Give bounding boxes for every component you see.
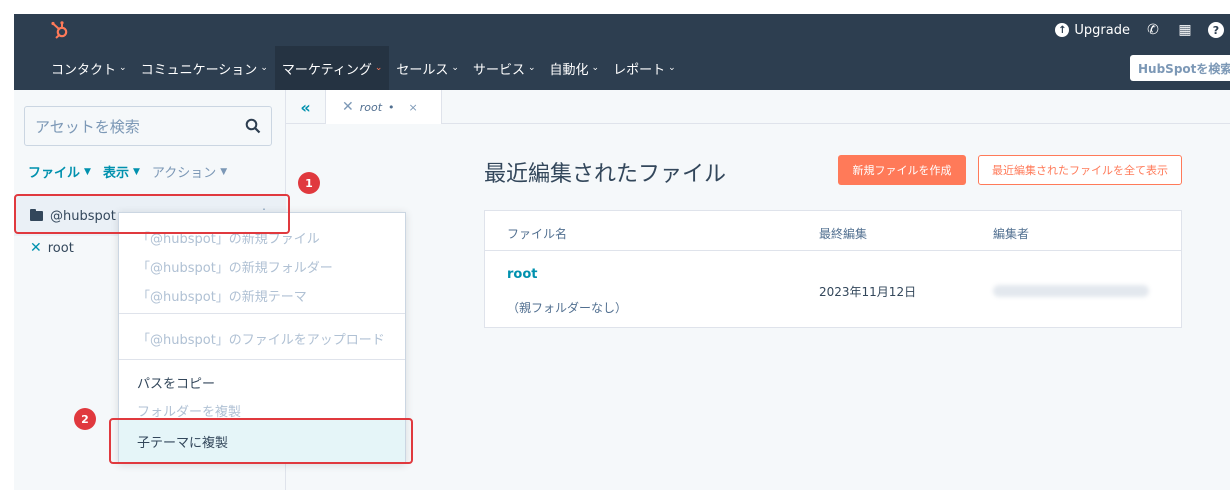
help-icon[interactable]: ?	[1208, 22, 1224, 38]
parent-folder-text: （親フォルダーなし）	[507, 301, 628, 315]
file-filter-label: ファイル	[28, 166, 81, 181]
nav-reports[interactable]: レポート ⌄	[606, 46, 683, 90]
column-header: 編集者	[993, 227, 1030, 241]
upgrade-arrow-icon: ↑	[1055, 23, 1070, 37]
editor-name-blurred	[993, 285, 1149, 297]
nav-sales[interactable]: セールス ⌄	[389, 46, 466, 90]
tab-unsaved-dot: •	[388, 100, 395, 114]
table-header: ファイル名 最終編集 編集者	[485, 211, 1181, 251]
chevron-down-icon: ⌄	[374, 63, 383, 73]
annotation-badge-1: 1	[298, 172, 320, 194]
page-title: 最近編集されたファイル	[484, 162, 727, 187]
caret-down-icon: ▼	[132, 166, 140, 177]
marketplace-icon[interactable]: ▦	[1176, 21, 1194, 39]
new-file-button[interactable]: 新規ファイルを作成	[838, 155, 966, 185]
calling-icon[interactable]: ✆	[1144, 21, 1162, 39]
asset-search-input[interactable]: アセットを検索	[24, 106, 272, 146]
nav-label: マーケティング	[281, 62, 372, 78]
caret-down-icon: ▼	[84, 166, 91, 177]
editor-tab-bar: « ✕ root • ×	[286, 90, 1230, 124]
chevron-down-icon: ⌄	[591, 63, 600, 73]
menu-divider	[119, 359, 405, 360]
tree-item-root[interactable]: ✕ root	[30, 240, 74, 256]
nav-label: コンタクト	[51, 62, 117, 78]
chevron-down-icon: ⌄	[527, 63, 536, 73]
column-header: ファイル名	[507, 227, 568, 241]
chevron-down-icon: ⌄	[260, 63, 268, 73]
main-nav: コンタクト ⌄ コミュニケーション ⌄ マーケティング ⌄ セールス ⌄ サービス ⌄ 自…	[14, 46, 1230, 90]
tab-root[interactable]: ✕ root • ×	[326, 90, 442, 124]
close-tab-icon[interactable]: ×	[409, 101, 418, 114]
menu-item-new-theme[interactable]: 「@hubspot」の新規テーマ	[137, 286, 307, 305]
nav-communications[interactable]: コミュニケーション ⌄	[134, 46, 275, 90]
theme-tools-icon: ✕	[342, 99, 354, 115]
nav-label: レポート	[613, 62, 666, 78]
file-filter[interactable]: ファイル ▼	[28, 162, 91, 181]
menu-divider	[119, 313, 405, 314]
hubspot-logo-icon[interactable]	[50, 20, 70, 40]
chevron-down-icon: ⌄	[119, 63, 127, 73]
view-filter-label: 表示	[102, 166, 129, 181]
main-content: 最近編集されたファイル 新規ファイルを作成 最近編集されたファイルを全て表示 フ…	[286, 124, 1230, 490]
recent-files-table: ファイル名 最終編集 編集者 root （親フォルダーなし） 2023年11月1…	[484, 210, 1182, 328]
menu-item-copy-path[interactable]: パスをコピー	[137, 373, 215, 392]
annotation-box-1	[14, 194, 290, 234]
nav-contacts[interactable]: コンタクト ⌄	[44, 46, 134, 90]
table-row: root （親フォルダーなし） 2023年11月12日	[485, 251, 1181, 327]
sidebar-filters: ファイル ▼ 表示 ▼ アクション ▼	[28, 162, 227, 181]
last-edited-date: 2023年11月12日	[819, 285, 917, 299]
nav-label: セールス	[396, 62, 449, 78]
annotation-badge-2: 2	[74, 408, 96, 430]
nav-service[interactable]: サービス ⌄	[466, 46, 543, 90]
nav-label: 自動化	[549, 62, 589, 78]
tab-label: root	[359, 100, 383, 114]
nav-items: コンタクト ⌄ コミュニケーション ⌄ マーケティング ⌄ セールス ⌄ サービス ⌄ 自…	[44, 46, 683, 90]
theme-tools-icon: ✕	[30, 240, 42, 256]
view-filter[interactable]: 表示 ▼	[103, 162, 140, 181]
nav-label: コミュニケーション	[140, 62, 258, 78]
top-bar: ↑ Upgrade ✆ ▦ ?	[14, 14, 1230, 46]
tree-item-label: root	[47, 240, 74, 256]
collapse-sidebar-icon[interactable]: «	[286, 90, 326, 124]
nav-label: サービス	[472, 62, 525, 78]
action-filter[interactable]: アクション ▼	[152, 162, 227, 181]
asset-search-placeholder: アセットを検索	[35, 117, 140, 136]
annotation-box-2	[109, 418, 413, 464]
upgrade-button[interactable]: ↑ Upgrade	[1055, 23, 1130, 38]
chevron-down-icon: ⌄	[668, 63, 676, 73]
view-all-recent-button[interactable]: 最近編集されたファイルを全て表示	[978, 155, 1182, 185]
column-header: 最終編集	[819, 227, 868, 241]
nav-automation[interactable]: 自動化 ⌄	[543, 46, 607, 90]
menu-item-new-folder[interactable]: 「@hubspot」の新規フォルダー	[137, 257, 333, 276]
chevron-down-icon: ⌄	[451, 63, 459, 73]
caret-down-icon: ▼	[220, 166, 228, 177]
action-filter-label: アクション	[151, 166, 217, 181]
file-name-link[interactable]: root	[507, 267, 538, 282]
menu-item-upload-files[interactable]: 「@hubspot」のファイルをアップロード	[137, 329, 385, 348]
upgrade-label: Upgrade	[1074, 22, 1130, 38]
search-icon[interactable]	[245, 118, 261, 134]
global-search-input[interactable]: HubSpotを検索	[1130, 55, 1230, 81]
nav-marketing[interactable]: マーケティング ⌄	[274, 46, 390, 90]
top-right-actions: ↑ Upgrade ✆ ▦ ?	[1055, 14, 1230, 46]
